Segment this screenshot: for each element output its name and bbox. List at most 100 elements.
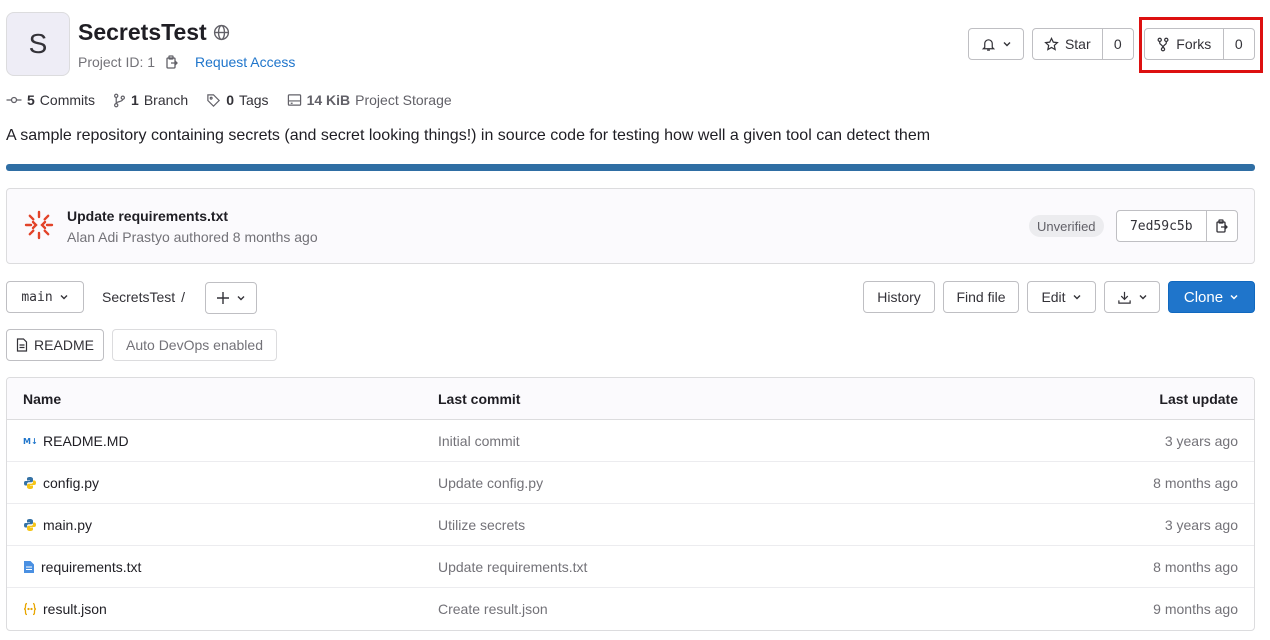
project-avatar: S [6, 12, 70, 76]
commit-icon [6, 94, 22, 106]
project-id: Project ID: 1 [78, 54, 156, 70]
plus-icon [216, 291, 230, 305]
file-name[interactable]: requirements.txt [41, 559, 141, 575]
add-dropdown[interactable] [205, 282, 257, 314]
svg-text:M↓: M↓ [23, 437, 37, 446]
star-count[interactable]: 0 [1101, 29, 1133, 59]
breadcrumb-project[interactable]: SecretsTest [102, 289, 175, 305]
commit-sha-group: 7ed59c5b [1116, 210, 1238, 242]
history-button[interactable]: History [863, 281, 935, 313]
edit-label: Edit [1041, 289, 1066, 305]
clone-dropdown[interactable]: Clone [1168, 281, 1255, 313]
chevron-down-icon [1002, 39, 1012, 49]
file-name[interactable]: main.py [43, 517, 92, 533]
table-row[interactable]: main.py Utilize secrets 3 years ago [7, 504, 1254, 546]
bell-icon [981, 37, 996, 52]
language-bar [6, 164, 1255, 171]
clone-label: Clone [1183, 288, 1224, 306]
header-name: Name [23, 390, 62, 407]
header-last-commit: Last commit [438, 390, 521, 407]
project-meta: Project ID: 1 Request Access [78, 54, 295, 70]
highlight-box [1139, 17, 1263, 73]
breadcrumb: SecretsTest / [102, 289, 185, 305]
table-header: Name Last commit Last update [7, 378, 1254, 420]
branch-selector[interactable]: main [6, 281, 84, 313]
table-row[interactable]: result.json Create result.json 9 months … [7, 588, 1254, 630]
star-label: Star [1064, 36, 1091, 52]
request-access-link[interactable]: Request Access [195, 54, 295, 70]
commit-sha[interactable]: 7ed59c5b [1117, 211, 1206, 241]
commits-count: 5 [27, 92, 35, 108]
copy-icon[interactable] [165, 54, 179, 70]
copy-sha-button[interactable] [1205, 211, 1237, 241]
project-title: SecretsTest [78, 19, 230, 46]
project-stats: 5 Commits 1 Branch 0 Tags 14 KiB Project… [6, 92, 452, 108]
download-icon [1117, 290, 1132, 305]
tags-stat[interactable]: 0 Tags [206, 92, 269, 108]
file-name[interactable]: config.py [43, 475, 99, 491]
file-name[interactable]: README.MD [43, 433, 129, 449]
file-updated: 3 years ago [1164, 432, 1238, 449]
readme-chip[interactable]: README [6, 329, 104, 361]
storage-stat: 14 KiB Project Storage [287, 92, 452, 108]
chevron-down-icon [1072, 292, 1082, 302]
tags-count: 0 [226, 92, 234, 108]
storage-icon [287, 93, 302, 107]
chevron-down-icon [1229, 292, 1239, 302]
branch-label: Branch [143, 92, 189, 108]
avatar-letter: S [28, 28, 48, 59]
find-file-button[interactable]: Find file [943, 281, 1019, 313]
python-icon [23, 518, 37, 532]
file-commit[interactable]: Update config.py [438, 462, 543, 503]
markdown-icon: M↓ [23, 436, 37, 446]
file-updated: 3 years ago [1164, 516, 1238, 533]
json-icon [23, 602, 37, 616]
file-commit[interactable]: Create result.json [438, 588, 548, 630]
branch-count: 1 [131, 92, 139, 108]
branch-stat[interactable]: 1 Branch [113, 92, 188, 108]
unverified-badge[interactable]: Unverified [1029, 215, 1104, 237]
python-icon [23, 476, 37, 490]
file-tree-table: Name Last commit Last update M↓ README.M… [6, 377, 1255, 631]
table-row[interactable]: requirements.txt Update requirements.txt… [7, 546, 1254, 588]
file-name[interactable]: result.json [43, 601, 107, 617]
file-updated: 8 months ago [1153, 474, 1238, 491]
file-updated: 9 months ago [1153, 601, 1238, 617]
project-description: A sample repository containing secrets (… [6, 127, 931, 144]
table-row[interactable]: M↓ README.MD Initial commit 3 years ago [7, 420, 1254, 462]
author-avatar-icon[interactable] [24, 210, 54, 240]
file-commit[interactable]: Initial commit [438, 420, 520, 461]
project-name: SecretsTest [78, 19, 207, 45]
chevron-down-icon [59, 292, 69, 302]
header-last-update: Last update [1159, 390, 1238, 407]
notifications-dropdown[interactable] [968, 28, 1024, 60]
commit-title[interactable]: Update requirements.txt [67, 208, 228, 224]
storage-label: Project Storage [355, 92, 452, 108]
breadcrumb-separator: / [181, 289, 186, 305]
readme-label: README [34, 337, 94, 353]
star-icon [1044, 36, 1059, 52]
storage-size: 14 KiB [306, 92, 351, 108]
chevron-down-icon [1138, 292, 1148, 302]
commits-stat[interactable]: 5 Commits [6, 92, 95, 108]
document-icon [16, 338, 28, 352]
tags-label: Tags [238, 92, 269, 108]
file-commit[interactable]: Utilize secrets [438, 504, 525, 545]
table-row[interactable]: config.py Update config.py 8 months ago [7, 462, 1254, 504]
file-commit[interactable]: Update requirements.txt [438, 546, 587, 587]
star-button-group: Star 0 [1032, 28, 1134, 60]
branch-name: main [21, 289, 53, 305]
file-updated: 8 months ago [1153, 558, 1238, 575]
commits-label: Commits [39, 92, 96, 108]
edit-dropdown[interactable]: Edit [1027, 281, 1096, 313]
star-button[interactable]: Star [1033, 29, 1102, 59]
copy-icon [1215, 218, 1229, 234]
text-file-icon [23, 560, 35, 574]
tag-icon [206, 93, 221, 108]
globe-icon [213, 24, 230, 41]
chevron-down-icon [236, 293, 246, 303]
download-dropdown[interactable] [1104, 281, 1160, 313]
branch-icon [113, 93, 126, 108]
commit-author: Alan Adi Prastyo authored 8 months ago [67, 229, 318, 245]
auto-devops-chip[interactable]: Auto DevOps enabled [112, 329, 277, 361]
